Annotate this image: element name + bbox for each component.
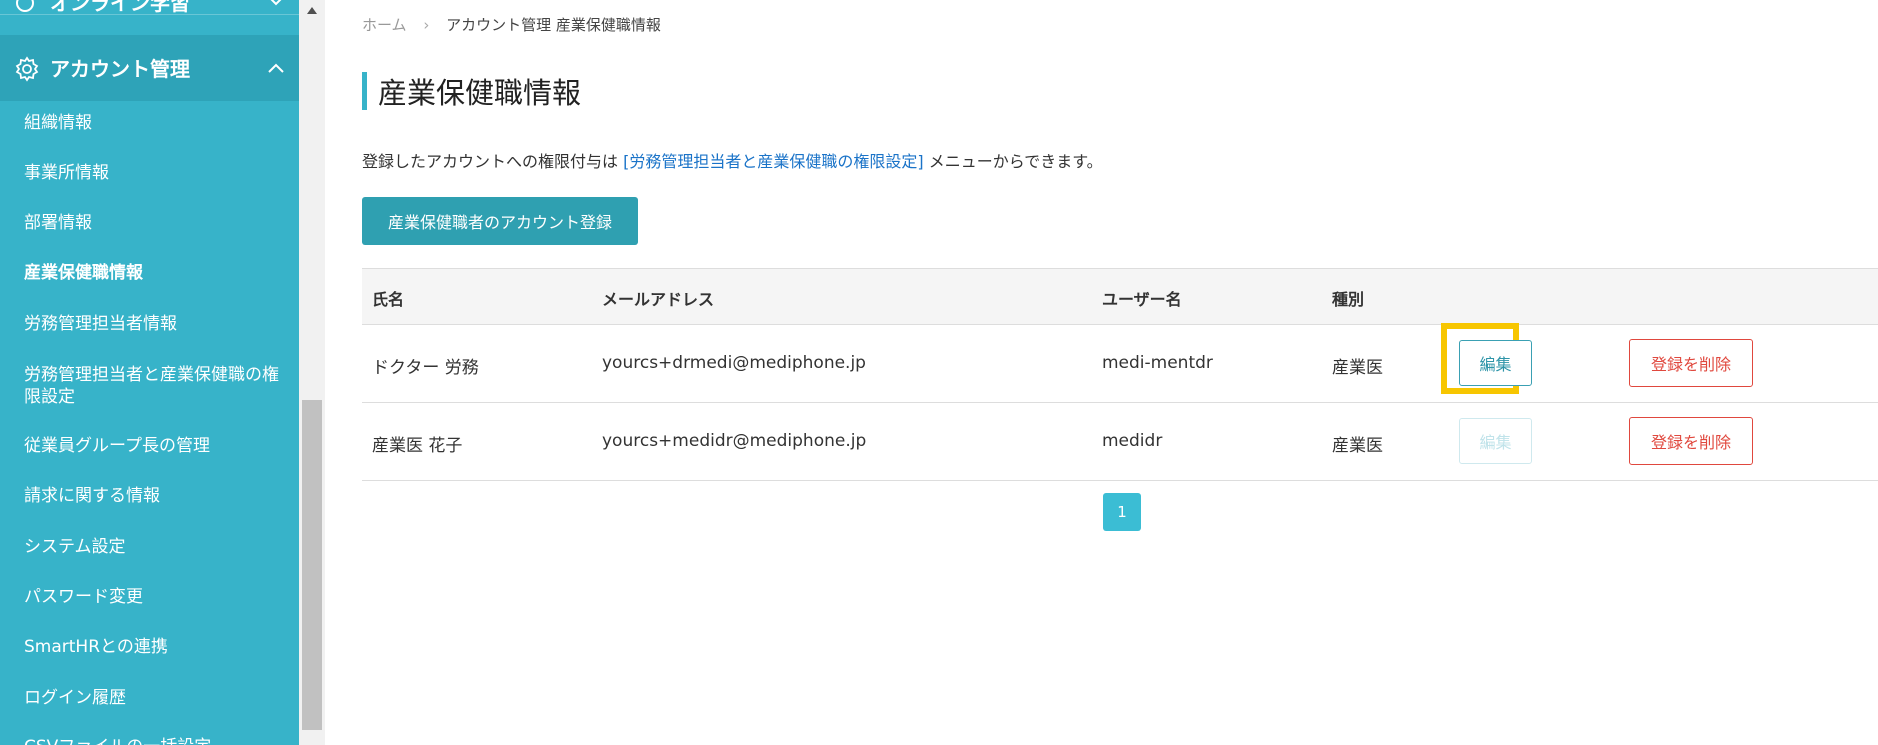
edit-button-disabled: 編集 bbox=[1459, 418, 1532, 464]
page-title: 産業保健職情報 bbox=[378, 76, 582, 110]
staff-table: 氏名 メールアドレス ユーザー名 種別 ドクター 労務 yourcs+drmed… bbox=[362, 268, 1878, 481]
cell-email: yourcs+drmedi@mediphone.jp bbox=[602, 353, 866, 373]
column-header-type: 種別 bbox=[1332, 290, 1365, 309]
scroll-up-arrow-icon[interactable] bbox=[307, 6, 317, 14]
sidebar-section-online-learning[interactable]: オンライン学習 bbox=[0, 0, 299, 15]
cell-name: ドクター 労務 bbox=[372, 358, 479, 378]
table-header: 氏名 メールアドレス ユーザー名 種別 bbox=[362, 268, 1878, 325]
breadcrumb: ホーム › アカウント管理 産業保健職情報 bbox=[362, 14, 661, 35]
sidebar-item-system-settings[interactable]: システム設定 bbox=[24, 536, 286, 558]
sidebar-item-permission-settings[interactable]: 労務管理担当者と産業保健職の権限設定 bbox=[24, 364, 286, 408]
sidebar-section-label: オンライン学習 bbox=[50, 0, 190, 15]
sidebar-item-occupational-health-staff[interactable]: 産業保健職情報 bbox=[24, 262, 286, 284]
book-icon bbox=[16, 0, 34, 12]
title-accent-bar bbox=[362, 72, 367, 110]
scrollbar-thumb[interactable] bbox=[302, 400, 322, 730]
column-header-username: ユーザー名 bbox=[1102, 290, 1182, 309]
delete-registration-button[interactable]: 登録を削除 bbox=[1629, 417, 1753, 465]
table-row: ドクター 労務 yourcs+drmedi@mediphone.jp medi-… bbox=[362, 323, 1878, 403]
edit-button[interactable]: 編集 bbox=[1459, 340, 1532, 386]
sidebar-item-smarthr[interactable]: SmartHRとの連携 bbox=[24, 636, 286, 658]
table-row: 産業医 花子 yourcs+medidr@mediphone.jp medidr… bbox=[362, 403, 1878, 481]
sidebar-item-departments[interactable]: 部署情報 bbox=[24, 212, 286, 234]
sidebar-item-billing[interactable]: 請求に関する情報 bbox=[24, 485, 286, 507]
sidebar-item-offices[interactable]: 事業所情報 bbox=[24, 162, 286, 184]
sidebar-scrollbar[interactable] bbox=[299, 0, 325, 745]
delete-registration-button[interactable]: 登録を削除 bbox=[1629, 339, 1753, 387]
sidebar-section-label: アカウント管理 bbox=[50, 57, 190, 81]
notice-prefix: 登録したアカウントへの権限付与は bbox=[362, 152, 619, 171]
cell-username: medidr bbox=[1102, 431, 1163, 451]
gear-icon bbox=[15, 56, 39, 82]
column-header-email: メールアドレス bbox=[602, 290, 715, 309]
sidebar-item-labor-managers[interactable]: 労務管理担当者情報 bbox=[24, 313, 286, 335]
sidebar-item-login-history[interactable]: ログイン履歴 bbox=[24, 687, 286, 709]
cell-email: yourcs+medidr@mediphone.jp bbox=[602, 431, 867, 451]
sidebar-section-account-management[interactable]: アカウント管理 bbox=[0, 35, 299, 101]
notice-suffix: メニューからできます。 bbox=[928, 152, 1103, 171]
chevron-up-icon bbox=[268, 63, 284, 73]
breadcrumb-home[interactable]: ホーム bbox=[362, 16, 407, 34]
sidebar-item-csv-settings[interactable]: CSVファイルの一括設定 bbox=[24, 736, 286, 745]
register-account-button[interactable]: 産業保健職者のアカウント登録 bbox=[362, 197, 638, 245]
sidebar-item-organization[interactable]: 組織情報 bbox=[24, 112, 286, 134]
cell-type: 産業医 bbox=[1332, 436, 1383, 456]
breadcrumb-separator: › bbox=[423, 16, 430, 34]
sidebar-item-group-leaders[interactable]: 従業員グループ長の管理 bbox=[24, 435, 286, 457]
permission-settings-link[interactable]: [労務管理担当者と産業保健職の権限設定] bbox=[623, 152, 924, 171]
cell-type: 産業医 bbox=[1332, 358, 1383, 378]
pagination-page-1[interactable]: 1 bbox=[1103, 493, 1141, 531]
sidebar: オンライン学習 アカウント管理 組織情報 事業所情報 部署情報 産業保健職情報 … bbox=[0, 0, 299, 745]
cell-username: medi-mentdr bbox=[1102, 353, 1213, 373]
column-header-name: 氏名 bbox=[372, 290, 405, 309]
chevron-down-icon bbox=[270, 0, 282, 6]
permission-notice: 登録したアカウントへの権限付与は [労務管理担当者と産業保健職の権限設定] メニ… bbox=[362, 148, 1103, 172]
cell-name: 産業医 花子 bbox=[372, 436, 463, 456]
sidebar-item-password-change[interactable]: パスワード変更 bbox=[24, 586, 286, 608]
breadcrumb-current: アカウント管理 産業保健職情報 bbox=[446, 16, 661, 34]
